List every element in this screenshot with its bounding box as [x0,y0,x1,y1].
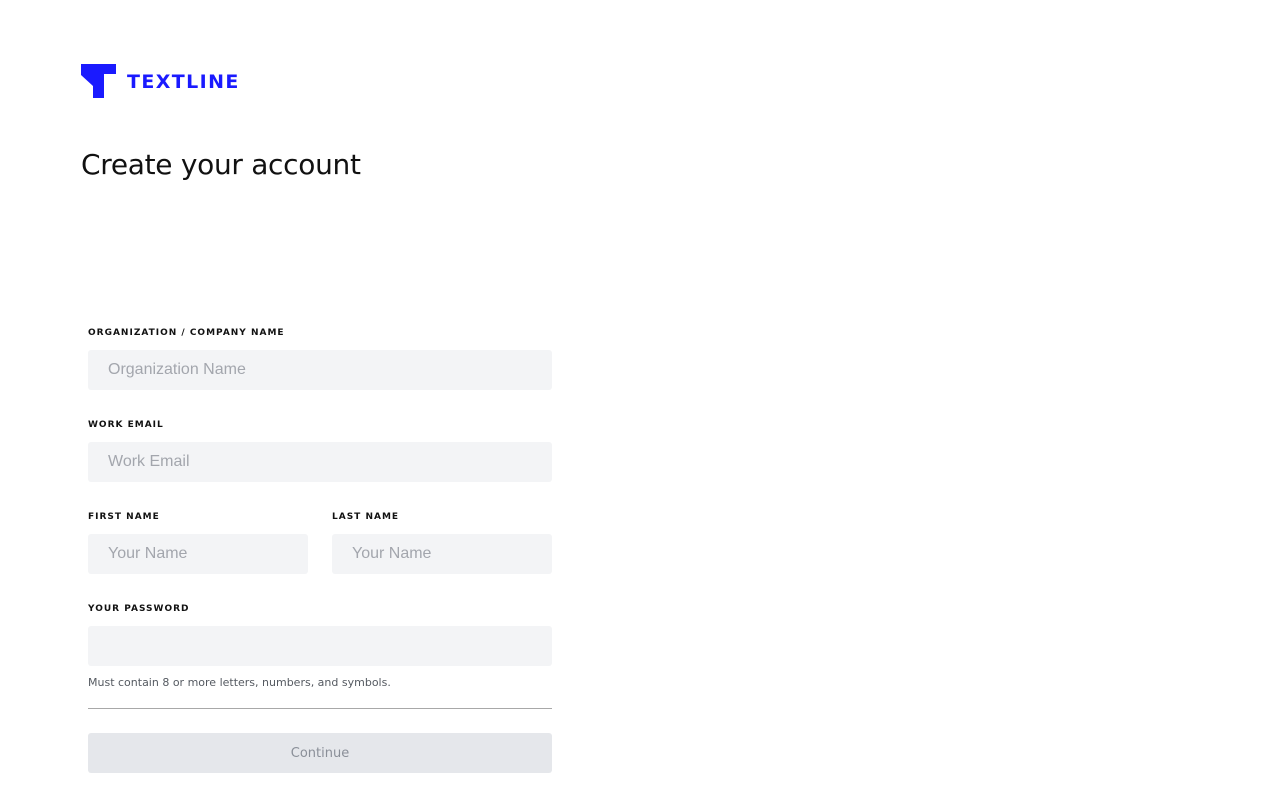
work-email-input[interactable] [88,442,552,482]
continue-button[interactable]: Continue [88,733,552,773]
organization-input[interactable] [88,350,552,390]
organization-label: ORGANIZATION / COMPANY NAME [88,328,285,338]
brand-name: TEXTLINE [127,70,240,93]
textline-logo-icon [81,64,116,98]
password-hint: Must contain 8 or more letters, numbers,… [88,676,391,689]
last-name-label: LAST NAME [332,512,400,522]
signup-page: TEXTLINE Create your account ORGANIZATIO… [0,0,1280,800]
organization-field-group: ORGANIZATION / COMPANY NAME [88,326,552,390]
first-name-input[interactable] [88,534,308,574]
work-email-field-group: WORK EMAIL [88,418,552,482]
first-name-field-group: FIRST NAME [88,510,308,574]
page-title: Create your account [81,148,361,181]
brand-logo[interactable]: TEXTLINE [81,64,240,98]
name-row: FIRST NAME LAST NAME [88,510,552,574]
work-email-label: WORK EMAIL [88,420,164,430]
signup-form: ORGANIZATION / COMPANY NAME WORK EMAIL F… [88,326,552,773]
password-input[interactable] [88,626,552,666]
first-name-label: FIRST NAME [88,512,160,522]
last-name-field-group: LAST NAME [332,510,552,574]
last-name-input[interactable] [332,534,552,574]
password-field-group: YOUR PASSWORD Must contain 8 or more let… [88,602,552,690]
form-divider [88,708,552,709]
password-label: YOUR PASSWORD [88,604,190,614]
